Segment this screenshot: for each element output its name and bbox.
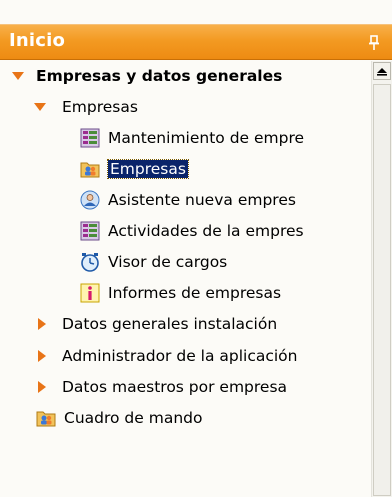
navigation-tree: Empresas y datos generales Empresas Mant… [0,61,371,497]
expand-arrow-icon[interactable] [34,103,46,111]
tree-node-label: Empresas y datos generales [36,67,283,85]
scroll-thumb[interactable] [373,84,391,496]
panel-header: Inicio [0,24,392,60]
grid-icon [80,128,100,148]
info-icon [80,283,100,303]
collapse-arrow-icon[interactable] [38,318,46,330]
tree-node-label: Datos generales instalación [62,315,278,333]
collapse-arrow-icon[interactable] [38,350,46,362]
tree-node-empresas-datos-generales[interactable]: Empresas y datos generales [0,61,371,91]
clock-icon [81,253,99,272]
pin-icon[interactable] [366,34,382,52]
grid-icon [80,221,100,241]
folder-people-icon [36,411,56,427]
tree-item-label: Actividades de la empres [108,222,304,240]
tree-item-empresas[interactable]: Empresas [0,154,371,184]
scroll-up-button[interactable] [373,62,391,80]
tree-item-cuadro-de-mando[interactable]: Cuadro de mando [0,403,371,433]
tree-item-label: Mantenimiento de empre [108,129,305,147]
tree-node-label: Empresas [62,98,138,116]
expand-arrow-icon[interactable] [12,72,24,80]
tree-node-label: Datos maestros por empresa [62,378,288,396]
scroll-up-arrow-icon [377,68,387,76]
wizard-person-icon [80,190,100,210]
tree-item-label: Visor de cargos [108,253,228,271]
tree-item-label: Cuadro de mando [64,409,203,427]
tree-item-label: Asistente nueva empres [108,191,296,209]
tree-item-label: Empresas [107,159,189,179]
tree-item-mantenimiento-empresas[interactable]: Mantenimiento de empre [0,123,371,153]
collapse-arrow-icon[interactable] [38,381,46,393]
tree-node-datos-generales-instalacion[interactable]: Datos generales instalación [0,309,371,339]
tree-item-asistente-nueva-empresa[interactable]: Asistente nueva empres [0,185,371,215]
tree-item-actividades-empresa[interactable]: Actividades de la empres [0,216,371,246]
tree-item-visor-cargos[interactable]: Visor de cargos [0,247,371,277]
tree-node-administrador-aplicacion[interactable]: Administrador de la aplicación [0,341,371,371]
tree-node-empresas-group[interactable]: Empresas [0,92,371,122]
start-panel: Inicio Empresas y datos generales Empres… [0,0,392,497]
panel-title: Inicio [9,30,66,51]
tree-node-datos-maestros-empresa[interactable]: Datos maestros por empresa [0,372,371,402]
tree-node-label: Administrador de la aplicación [62,347,298,365]
folder-people-icon [80,162,100,178]
tree-item-label: Informes de empresas [108,284,282,302]
vertical-scrollbar[interactable] [371,61,392,497]
tree-item-informes-empresas[interactable]: Informes de empresas [0,278,371,308]
